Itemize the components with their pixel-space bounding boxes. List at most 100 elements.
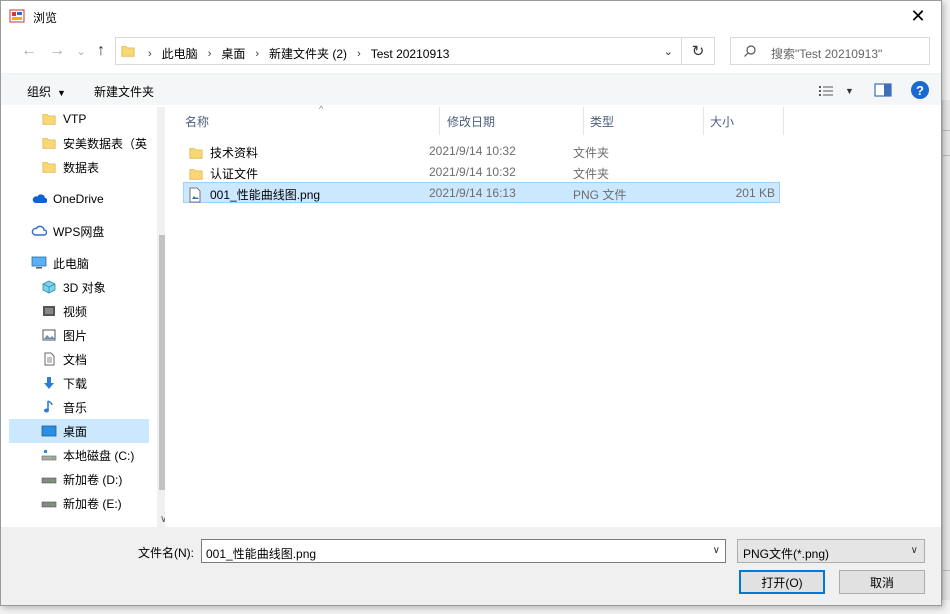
organize-button[interactable]: 组织 ▼ — [27, 83, 66, 100]
new-folder-button[interactable]: 新建文件夹 — [94, 83, 154, 100]
breadcrumb-item[interactable]: Test 20210913 — [371, 47, 450, 61]
nav-item-this-pc[interactable]: 此电脑 — [9, 251, 149, 275]
nav-item-label: WPS网盘 — [53, 224, 105, 239]
open-button[interactable]: 打开(O) — [739, 570, 825, 594]
column-header-type[interactable]: 类型 — [584, 107, 704, 135]
breadcrumb: › 此电脑 › 桌面 › 新建文件夹 (2) › Test 20210913 — [138, 45, 449, 62]
file-row-folder-tech-docs[interactable]: 技术资料 2021/9/14 10:32 文件夹 — [183, 140, 780, 161]
document-icon — [41, 351, 57, 367]
file-type-filter-value: PNG文件(*.png) — [743, 547, 830, 561]
cube-icon — [41, 279, 57, 295]
nav-item-label: 下载 — [63, 376, 88, 391]
folder-icon — [188, 166, 204, 182]
file-type-filter-select[interactable]: PNG文件(*.png) ∨ — [737, 539, 925, 563]
video-icon — [41, 303, 57, 319]
nav-item-downloads[interactable]: 下载 — [9, 371, 149, 395]
nav-item-label: 3D 对象 — [63, 280, 106, 295]
preview-pane-icon[interactable] — [874, 82, 892, 98]
column-header-label: 大小 — [710, 114, 735, 129]
nav-item-drive-c[interactable]: 本地磁盘 (C:) — [9, 443, 149, 467]
drive-icon — [41, 447, 57, 463]
navigation-bar: ← → ⌄ ↑ › 此电脑 › 桌面 › 新建文件夹 (2) › Test 20… — [1, 31, 941, 71]
chevron-down-icon[interactable]: ⌄ — [664, 45, 673, 58]
file-name: 认证文件 — [210, 167, 259, 181]
search-input[interactable]: 搜索"Test 20210913" — [730, 37, 930, 65]
cloud-icon — [31, 223, 47, 239]
nav-pane-scrollbar[interactable]: ∨ — [157, 107, 165, 527]
nav-item-music[interactable]: 音乐 — [9, 395, 149, 419]
app-icon — [9, 9, 25, 23]
search-icon — [743, 44, 757, 61]
file-row-png-selected[interactable]: 001_性能曲线图.png 2021/9/14 16:13 PNG 文件 201… — [183, 182, 780, 203]
chevron-down-icon: ⌄ — [76, 45, 86, 58]
close-button[interactable]: ✕ — [895, 1, 941, 31]
nav-item-label: 新加卷 (D:) — [63, 472, 123, 487]
filename-input[interactable]: 001_性能曲线图.png ∨ — [201, 539, 726, 563]
nav-item-anmei[interactable]: 安美数据表（英 — [9, 131, 149, 155]
nav-item-wps-cloud[interactable]: WPS网盘 — [9, 219, 149, 243]
nav-item-label: VTP — [63, 112, 87, 126]
breadcrumb-item[interactable]: 此电脑 — [162, 45, 198, 62]
nav-item-desktop[interactable]: 桌面 — [9, 419, 149, 443]
breadcrumb-item[interactable]: 桌面 — [221, 45, 245, 62]
drive-icon — [41, 495, 57, 511]
folder-icon — [121, 46, 135, 57]
image-file-icon — [188, 187, 204, 203]
back-button[interactable]: ← — [19, 41, 39, 61]
file-row-folder-certs[interactable]: 认证文件 2021/9/14 10:32 文件夹 — [183, 161, 780, 182]
recent-locations-button[interactable]: ⌄ — [71, 41, 91, 61]
change-view-button[interactable]: ▼ — [819, 82, 859, 100]
address-bar[interactable]: › 此电脑 › 桌面 › 新建文件夹 (2) › Test 20210913 ⌄ — [115, 37, 682, 65]
cancel-button[interactable]: 取消 — [839, 570, 925, 594]
breadcrumb-separator[interactable]: › — [255, 48, 259, 60]
search-placeholder: 搜索"Test 20210913" — [771, 47, 883, 61]
arrow-right-icon: → — [49, 42, 65, 59]
computer-icon — [31, 255, 47, 271]
folder-icon — [41, 111, 57, 127]
file-name-cell: 001_性能曲线图.png — [188, 186, 320, 203]
help-button[interactable]: ? — [911, 81, 929, 99]
nav-item-vtp[interactable]: VTP — [9, 107, 149, 131]
file-date: 2021/9/14 10:32 — [429, 165, 516, 179]
forward-button[interactable]: → — [47, 41, 67, 61]
breadcrumb-separator[interactable]: › — [208, 48, 212, 60]
folder-icon — [188, 145, 204, 161]
chevron-down-icon[interactable]: ∨ — [713, 545, 720, 556]
nav-item-data-table[interactable]: 数据表 — [9, 155, 149, 179]
nav-item-label: 此电脑 — [53, 256, 90, 271]
nav-item-drive-d[interactable]: 新加卷 (D:) — [9, 467, 149, 491]
breadcrumb-separator[interactable]: › — [357, 48, 361, 60]
background-window-edge — [942, 100, 950, 600]
breadcrumb-item[interactable]: 新建文件夹 (2) — [269, 45, 347, 62]
details-view-icon — [819, 86, 833, 96]
nav-item-documents[interactable]: 文档 — [9, 347, 149, 371]
file-type: 文件夹 — [573, 167, 610, 181]
refresh-button[interactable]: ↻ — [682, 37, 715, 65]
file-name: 技术资料 — [210, 146, 259, 160]
file-type: PNG 文件 — [573, 188, 627, 202]
nav-item-onedrive[interactable]: OneDrive — [9, 187, 149, 211]
caret-down-icon: ▼ — [845, 86, 854, 96]
nav-item-videos[interactable]: 视频 — [9, 299, 149, 323]
nav-item-3d-objects[interactable]: 3D 对象 — [9, 275, 149, 299]
nav-item-label: 安美数据表（英 — [63, 136, 148, 151]
column-header-label: 名称 — [185, 114, 210, 129]
nav-item-drive-e[interactable]: 新加卷 (E:) — [9, 491, 149, 515]
up-button[interactable]: ↑ — [91, 41, 111, 61]
column-header-date[interactable]: 修改日期 — [441, 107, 584, 135]
column-header-size[interactable]: 大小 — [704, 107, 784, 135]
file-name-cell: 认证文件 — [188, 165, 258, 182]
navigation-pane: VTP 安美数据表（英 数据表 OneDrive WPS网盘 此电脑 3D 对象 — [9, 107, 165, 527]
nav-item-label: 视频 — [63, 304, 88, 319]
nav-item-label: OneDrive — [53, 192, 104, 206]
title-bar: 浏览 ✕ — [1, 1, 941, 31]
file-date: 2021/9/14 10:32 — [429, 144, 516, 158]
command-toolbar: 组织 ▼ 新建文件夹 ▼ ? — [1, 73, 941, 105]
close-icon: ✕ — [910, 5, 926, 26]
music-icon — [41, 399, 57, 415]
breadcrumb-separator: › — [148, 47, 152, 60]
nav-item-label: 文档 — [63, 352, 88, 367]
column-header-name[interactable]: 名称 ^ — [179, 104, 440, 135]
nav-item-pictures[interactable]: 图片 — [9, 323, 149, 347]
download-icon — [41, 375, 57, 391]
